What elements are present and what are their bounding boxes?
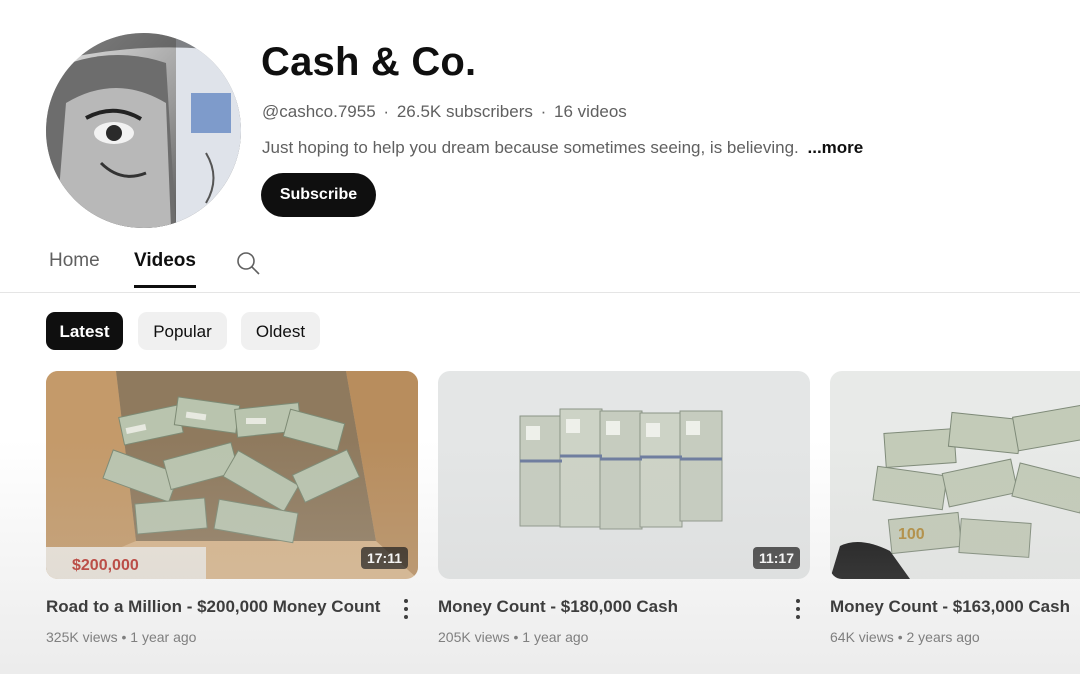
video-thumbnail[interactable]: $200,000 17:11 [46, 371, 418, 579]
cash-pile-thumbnail: 100 [830, 371, 1080, 579]
view-count: 64K views [830, 629, 894, 645]
video-duration: 17:11 [360, 547, 408, 569]
subscribe-button[interactable]: Subscribe [261, 173, 376, 217]
video-count: 16 videos [554, 102, 627, 121]
meta-separator: · [540, 102, 547, 121]
channel-avatar[interactable] [46, 33, 241, 228]
video-meta: 205K views • 1 year ago [438, 629, 588, 645]
channel-page: Cash & Co. @cashco.7955 · 26.5K subscrib… [0, 0, 1080, 674]
banknote-portrait-avatar [46, 33, 241, 228]
channel-name: Cash & Co. [261, 40, 477, 84]
upload-age: 2 years ago [906, 629, 980, 645]
meta-bullet: • [513, 629, 519, 645]
chip-popular[interactable]: Popular [138, 312, 227, 350]
more-options-icon[interactable] [394, 595, 418, 623]
description-text: Just hoping to help you dream because so… [262, 138, 799, 157]
meta-bullet: • [121, 629, 127, 645]
view-count: 205K views [438, 629, 510, 645]
search-icon[interactable] [236, 251, 260, 275]
tab-home[interactable]: Home [49, 250, 100, 288]
video-card[interactable]: $200,000 17:11 Road to a Million - $200,… [46, 371, 418, 645]
more-options-icon[interactable] [786, 595, 810, 623]
video-thumbnail[interactable]: 11:17 [438, 371, 810, 579]
video-card[interactable]: 11:17 Money Count - $180,000 Cash 205K v… [438, 371, 810, 645]
more-link[interactable]: ...more [808, 138, 864, 157]
channel-tabs: Home Videos [0, 240, 1080, 293]
channel-description[interactable]: Just hoping to help you dream because so… [262, 138, 863, 158]
video-meta: 64K views • 2 years ago [830, 629, 980, 645]
tab-videos[interactable]: Videos [134, 250, 196, 288]
upload-age: 1 year ago [130, 629, 197, 645]
upload-age: 1 year ago [522, 629, 589, 645]
meta-bullet: • [897, 629, 903, 645]
video-title[interactable]: Money Count - $180,000 Cash [438, 597, 678, 617]
video-meta: 325K views • 1 year ago [46, 629, 196, 645]
channel-meta: @cashco.7955 · 26.5K subscribers · 16 vi… [262, 102, 627, 122]
meta-separator: · [383, 102, 390, 121]
bill-denomination: 100 [898, 526, 925, 543]
video-thumbnail[interactable]: 100 [830, 371, 1080, 579]
chip-latest[interactable]: Latest [46, 312, 123, 350]
view-count: 325K views [46, 629, 118, 645]
video-title[interactable]: Money Count - $163,000 Cash [830, 597, 1070, 617]
chip-oldest[interactable]: Oldest [241, 312, 320, 350]
subscriber-count: 26.5K subscribers [396, 102, 533, 121]
thumbnail-price-label: $200,000 [72, 557, 139, 574]
video-duration: 11:17 [752, 547, 800, 569]
channel-handle: @cashco.7955 [262, 102, 376, 121]
video-card[interactable]: 100 Money Count - $163,000 Cash 64K view… [830, 371, 1080, 645]
video-title[interactable]: Road to a Million - $200,000 Money Count [46, 597, 380, 617]
